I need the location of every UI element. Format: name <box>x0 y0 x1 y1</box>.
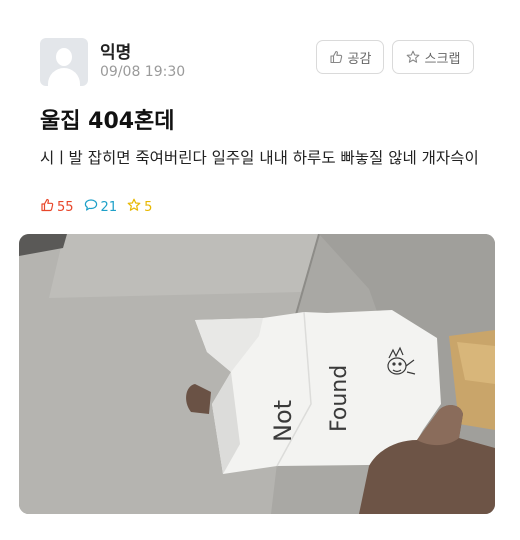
thumbs-up-icon <box>40 198 54 216</box>
star-icon <box>127 198 141 216</box>
post-title: 울집 404혼데 <box>40 109 175 134</box>
avatar <box>40 38 88 86</box>
comment-count-stat: 21 <box>84 198 118 216</box>
like-count-stat: 55 <box>40 198 74 216</box>
note-text-not: Not <box>269 400 297 442</box>
star-icon <box>406 50 420 64</box>
scrap-button-label: 스크랩 <box>424 51 461 67</box>
speech-bubble-icon <box>84 198 98 216</box>
scrap-count-stat: 5 <box>127 198 152 216</box>
scrap-button[interactable]: 스크랩 <box>392 40 474 74</box>
post-stats: 55 21 5 <box>40 198 152 216</box>
like-count: 55 <box>57 199 74 215</box>
avatar-body <box>48 68 80 86</box>
like-button[interactable]: 공감 <box>316 40 384 74</box>
post-photo[interactable]: Not Found <box>19 234 495 514</box>
avatar-head <box>56 48 72 66</box>
note-text-found: Found <box>327 365 352 432</box>
thumbs-up-icon <box>329 50 343 64</box>
author-name: 익명 <box>100 43 132 63</box>
post-timestamp: 09/08 19:30 <box>100 64 186 80</box>
comment-count: 21 <box>100 199 118 215</box>
post-body: 시ㅣ발 잡히면 죽여버린다 일주일 내내 하루도 빠놓질 않네 개자슥이 <box>40 149 479 167</box>
scrap-count: 5 <box>144 199 153 215</box>
like-button-label: 공감 <box>347 51 372 67</box>
